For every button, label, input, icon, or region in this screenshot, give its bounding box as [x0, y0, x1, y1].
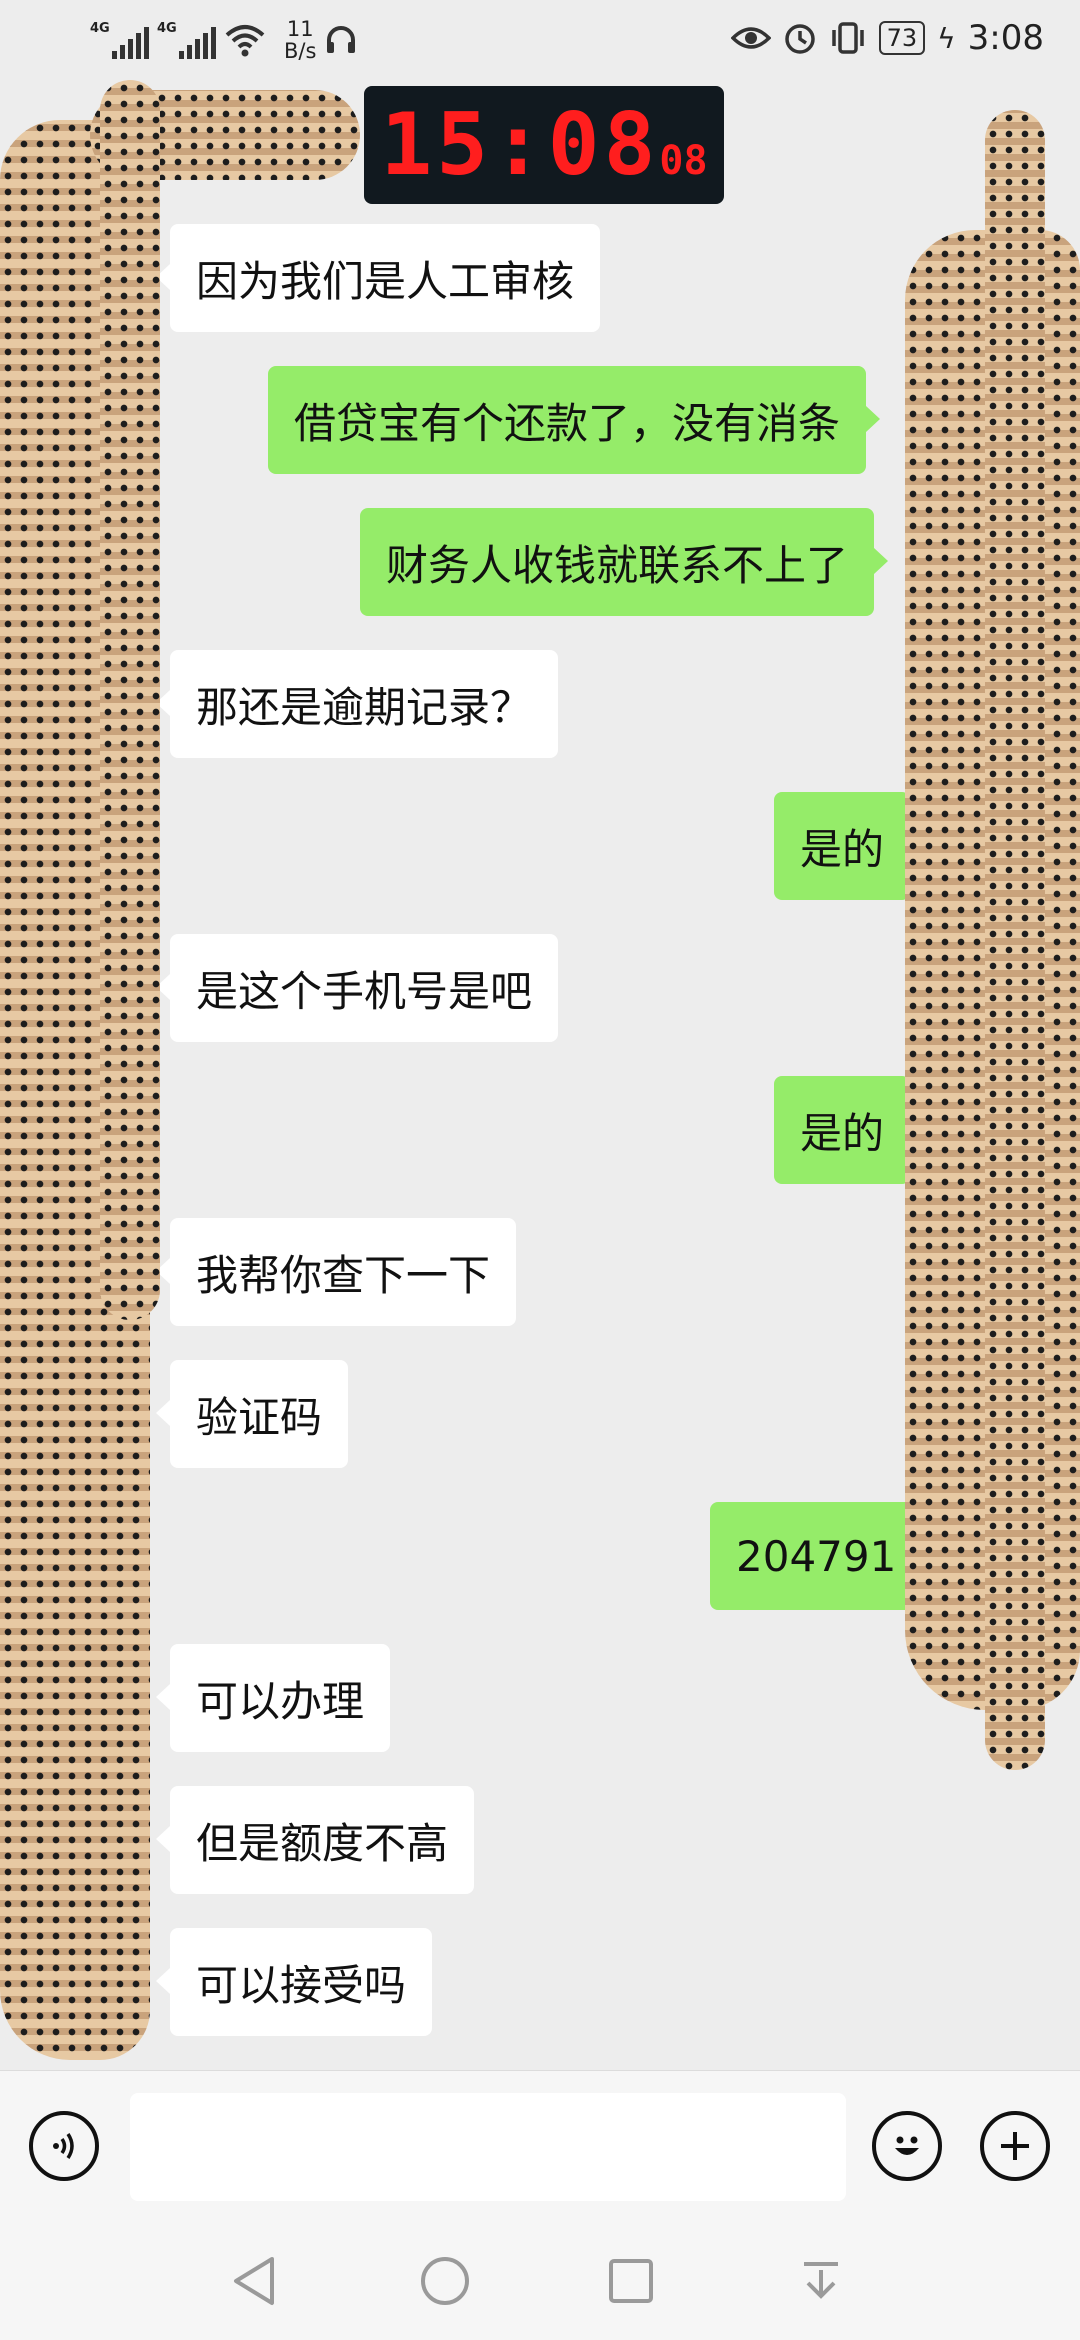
- message-text: 我帮你查下一下: [196, 1250, 491, 1300]
- message-outgoing: 财务人收钱就联系不上了: [360, 508, 889, 616]
- chat-input-bar: [0, 2070, 1080, 2223]
- back-triangle-icon: [234, 2257, 274, 2305]
- message-bubble[interactable]: 因为我们是人工审核: [155, 224, 601, 332]
- message-text: 是的: [800, 824, 885, 874]
- message-incoming: 可以办理: [155, 1644, 391, 1752]
- message-text: 验证码: [196, 1392, 323, 1442]
- status-time: 3:08: [967, 18, 1044, 58]
- status-left: 4G 4G 11 B/s: [90, 18, 358, 62]
- message-incoming: 我帮你查下一下: [155, 1218, 517, 1326]
- plus-icon: [1001, 2132, 1029, 2160]
- cell-signal-icon: 4G: [90, 21, 149, 59]
- message-text: 但是额度不高: [196, 1818, 449, 1868]
- message-outgoing: 是的: [774, 1076, 925, 1184]
- message-text: 财务人收钱就联系不上了: [386, 540, 849, 590]
- message-text: 借贷宝有个还款了，没有消条: [294, 398, 841, 448]
- message-bubble[interactable]: 借贷宝有个还款了，没有消条: [268, 366, 881, 474]
- emoji-icon: [895, 2136, 919, 2155]
- message-incoming: 验证码: [155, 1360, 349, 1468]
- message-bubble[interactable]: 可以接受吗: [155, 1928, 433, 2036]
- message-bubble[interactable]: 财务人收钱就联系不上了: [360, 508, 889, 616]
- message-text: 是的: [800, 1108, 885, 1158]
- battery-level: 73: [886, 24, 918, 52]
- message-text: 可以接受吗: [196, 1960, 407, 2010]
- clock-time: 15:08: [380, 95, 660, 195]
- clock-seconds: 08: [659, 138, 708, 184]
- net-speed-unit: B/s: [284, 39, 317, 63]
- message-text: 可以办理: [196, 1676, 365, 1726]
- emoji-button[interactable]: [872, 2111, 942, 2181]
- message-incoming: 可以接受吗: [155, 1928, 433, 2036]
- nav-notification-button[interactable]: [786, 2246, 856, 2316]
- battery-indicator: 73: [878, 21, 926, 55]
- nav-back-button[interactable]: [220, 2246, 290, 2316]
- wifi-icon: [225, 25, 265, 57]
- message-incoming: 是这个手机号是吧: [155, 934, 559, 1042]
- status-right: 73 ϟ 3:08: [730, 18, 1044, 58]
- alarm-icon: [784, 24, 815, 54]
- message-outgoing: 借贷宝有个还款了，没有消条: [268, 366, 881, 474]
- cell-signal-icon: 4G: [157, 21, 216, 59]
- redaction-scribble: [985, 110, 1045, 1770]
- headset-icon: [327, 26, 356, 53]
- voice-button[interactable]: [29, 2111, 99, 2181]
- vibrate-icon: [831, 22, 864, 54]
- eye-icon: [730, 27, 771, 49]
- recents-square-icon: [609, 2259, 653, 2303]
- message-bubble[interactable]: 我帮你查下一下: [155, 1218, 517, 1326]
- message-bubble[interactable]: 但是额度不高: [155, 1786, 475, 1894]
- clock-overlay: 15:0808: [364, 86, 724, 204]
- system-nav-bar: [0, 2222, 1080, 2340]
- message-text: 因为我们是人工审核: [196, 256, 575, 306]
- message-bubble[interactable]: 204791: [710, 1502, 937, 1610]
- nav-recents-button[interactable]: [596, 2246, 666, 2316]
- message-bubble[interactable]: 是这个手机号是吧: [155, 934, 559, 1042]
- message-bubble[interactable]: 是的: [774, 1076, 925, 1184]
- charging-icon: ϟ: [937, 21, 956, 55]
- message-text: 那还是逾期记录？: [196, 682, 533, 732]
- message-incoming: 但是额度不高: [155, 1786, 475, 1894]
- network-type-label: 4G: [90, 21, 110, 36]
- message-bubble[interactable]: 可以办理: [155, 1644, 391, 1752]
- nav-home-button[interactable]: [410, 2246, 480, 2316]
- pull-down-icon: [804, 2262, 838, 2299]
- more-button[interactable]: [980, 2111, 1050, 2181]
- home-circle-icon: [421, 2257, 469, 2305]
- net-speed-value: 11: [286, 17, 314, 41]
- message-bubble[interactable]: 是的: [774, 792, 925, 900]
- message-outgoing: 204791: [710, 1502, 937, 1610]
- net-speed: 11 B/s: [284, 18, 316, 62]
- message-bubble[interactable]: 验证码: [155, 1360, 349, 1468]
- message-input[interactable]: [130, 2093, 846, 2201]
- message-bubble[interactable]: 那还是逾期记录？: [155, 650, 559, 758]
- message-text: 是这个手机号是吧: [196, 966, 533, 1016]
- status-bar: 4G 4G 11 B/s 73 ϟ 3:08: [0, 0, 1080, 84]
- network-type-label: 4G: [157, 21, 177, 36]
- message-incoming: 那还是逾期记录？: [155, 650, 559, 758]
- message-outgoing: 是的: [774, 792, 925, 900]
- redaction-scribble: [100, 80, 160, 1320]
- message-incoming: 因为我们是人工审核: [155, 224, 601, 332]
- message-text: 204791: [736, 1531, 897, 1581]
- voice-icon: [53, 2133, 74, 2159]
